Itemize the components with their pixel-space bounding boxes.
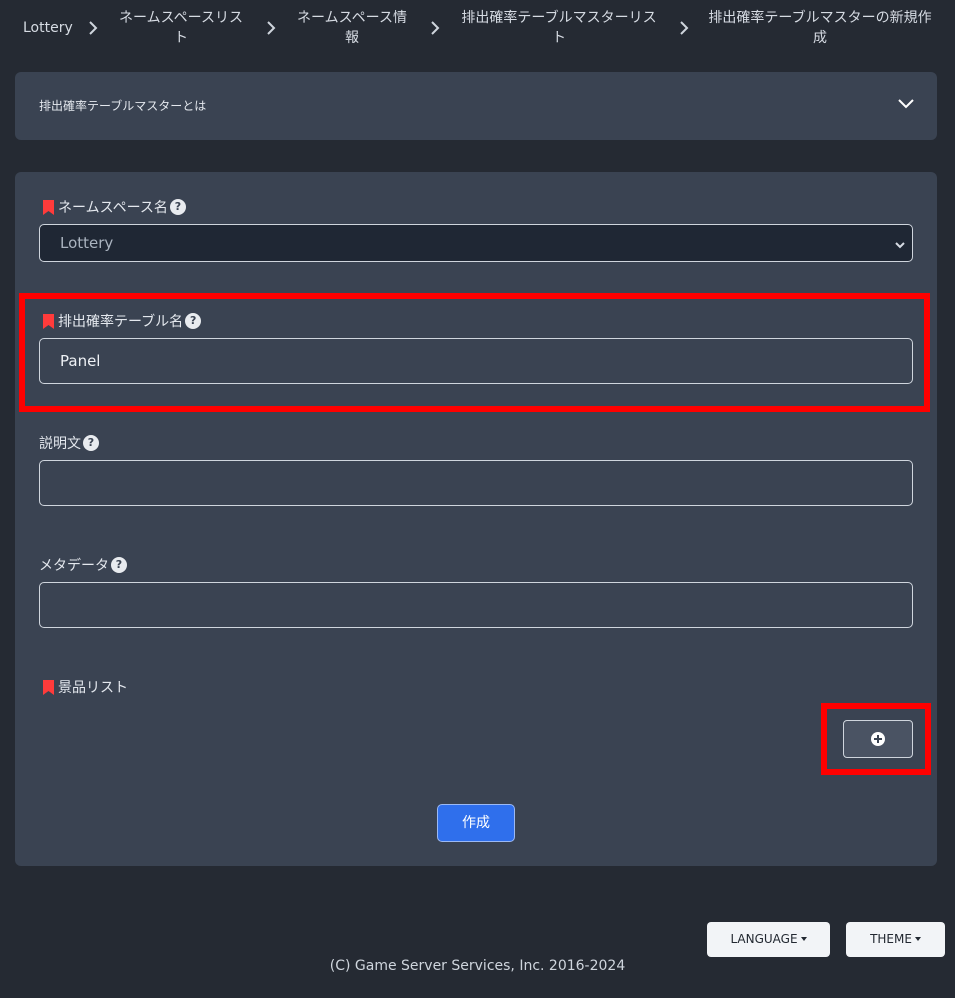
highlight-add-button (821, 703, 931, 775)
description-input[interactable] (39, 460, 913, 506)
prize-list-label: 景品リスト (43, 677, 128, 697)
breadcrumb-namespace-list-line1: ネームスペースリス (119, 10, 243, 26)
breadcrumb-namespace-info-line2: 報 (345, 30, 359, 46)
breadcrumb: Lottery ネームスペースリス ト ネームスペース情 報 排出確率テーブルマ… (0, 0, 955, 56)
breadcrumb-lottery[interactable]: Lottery (23, 18, 73, 38)
chevron-right-icon (86, 19, 104, 37)
caret-down-icon (914, 937, 921, 941)
description-label-text: 説明文 (39, 436, 81, 452)
prize-list-label-text: 景品リスト (58, 680, 128, 696)
breadcrumb-master-list-line1: 排出確率テーブルマスターリス (461, 10, 657, 26)
namespace-select-value: Lottery (60, 234, 114, 252)
chevron-right-icon (264, 19, 282, 37)
bookmark-icon (43, 679, 54, 695)
chevron-right-icon (677, 19, 695, 37)
about-title: 排出確率テーブルマスターとは (39, 99, 207, 113)
breadcrumb-create-master: 排出確率テーブルマスターの新規作 成 (700, 8, 940, 48)
theme-dropdown[interactable]: THEME (846, 922, 945, 957)
namespace-label-text: ネームスペース名 (58, 200, 168, 216)
metadata-label: メタデータ ? (39, 555, 127, 575)
breadcrumb-create-master-line1: 排出確率テーブルマスターの新規作 (708, 10, 932, 26)
namespace-label: ネームスペース名 ? (43, 197, 186, 217)
breadcrumb-master-list[interactable]: 排出確率テーブルマスターリス ト (452, 8, 666, 48)
create-button[interactable]: 作成 (437, 804, 515, 842)
bookmark-icon (43, 199, 54, 215)
metadata-input[interactable] (39, 582, 913, 628)
chevron-down-icon[interactable] (897, 98, 915, 114)
breadcrumb-namespace-list-line2: ト (174, 30, 188, 46)
description-label: 説明文 ? (39, 433, 99, 453)
help-icon[interactable]: ? (111, 557, 127, 573)
breadcrumb-namespace-list[interactable]: ネームスペースリス ト (110, 8, 252, 48)
theme-label: THEME (870, 932, 912, 946)
about-accordion[interactable]: 排出確率テーブルマスターとは (15, 72, 937, 140)
metadata-label-text: メタデータ (39, 558, 109, 574)
chevron-down-icon (894, 238, 906, 254)
create-form: ネームスペース名 ? Lottery 排出確率テーブル名 ? Panel 説明文… (15, 172, 937, 866)
namespace-select[interactable]: Lottery (39, 224, 913, 262)
breadcrumb-master-list-line2: ト (552, 30, 566, 46)
language-dropdown[interactable]: LANGUAGE (707, 922, 830, 957)
help-icon[interactable]: ? (83, 435, 99, 451)
breadcrumb-create-master-line2: 成 (813, 30, 827, 46)
caret-down-icon (800, 937, 807, 941)
language-label: LANGUAGE (730, 932, 798, 946)
breadcrumb-namespace-info-line1: ネームスペース情 (297, 10, 407, 26)
chevron-right-icon (428, 19, 446, 37)
help-icon[interactable]: ? (169, 199, 186, 215)
highlight-table-name (19, 293, 930, 412)
breadcrumb-namespace-info[interactable]: ネームスペース情 報 (290, 8, 414, 48)
copyright: (C) Game Server Services, Inc. 2016-2024 (329, 958, 626, 974)
